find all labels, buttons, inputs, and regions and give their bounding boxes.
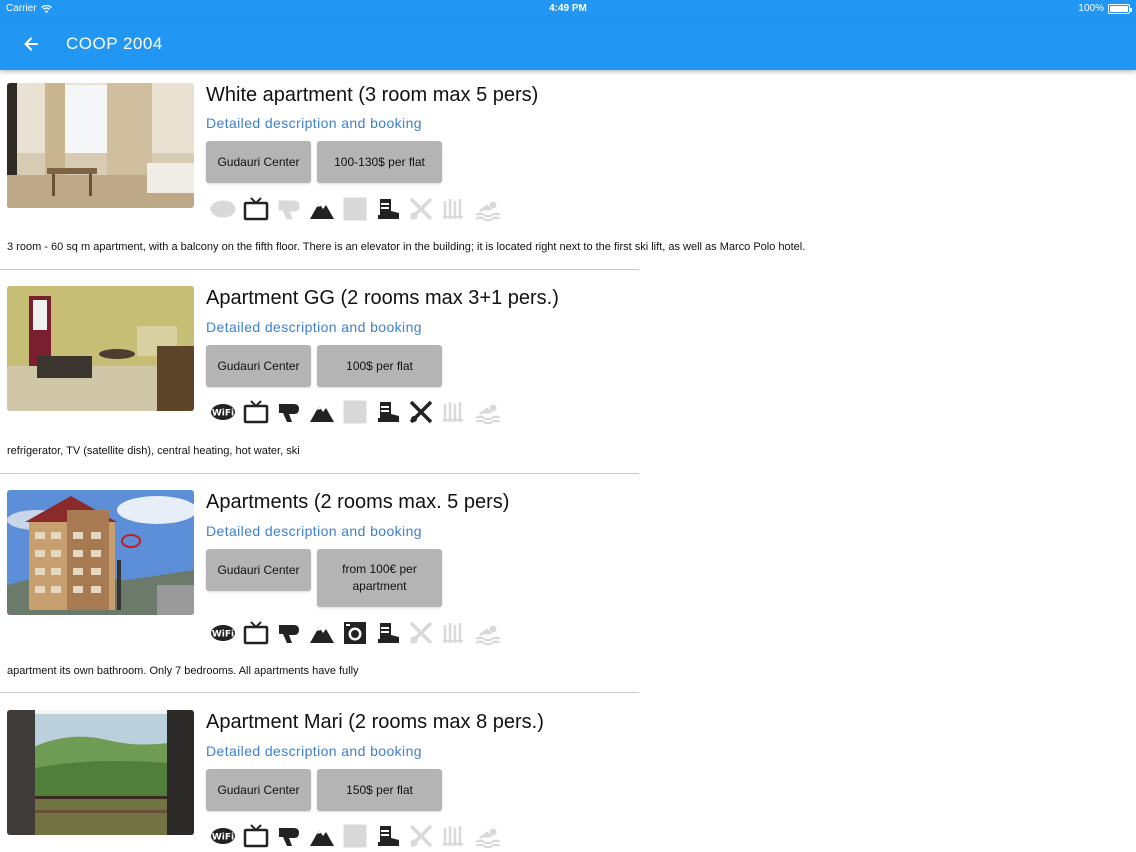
svg-text:WiFi: WiFi [211,206,233,216]
listing-details-link[interactable]: Detailed description and booking [206,319,422,335]
amenity-icons: WiFi [206,823,503,849]
location-chip[interactable]: Gudauri Center [206,141,311,183]
washer-icon [338,620,371,646]
washer-icon [338,823,371,849]
hairdryer-icon [272,620,305,646]
clock: 4:49 PM [549,3,587,14]
mountain-icon [305,399,338,425]
ski-equipment-icon [404,196,437,222]
price-chip[interactable]: 150$ per flat [317,769,442,811]
svg-text:WiFi: WiFi [211,409,233,419]
listing-description: 3 room - 60 sq m apartment, with a balco… [7,241,806,253]
price-chip[interactable]: 100$ per flat [317,345,442,387]
wifi-icon: WiFi [206,620,239,646]
app-bar: COOP 2004 [0,18,1136,70]
ski-equipment-icon [404,399,437,425]
pool-icon [470,823,503,849]
heating-icon [437,196,470,222]
mountain-icon [305,620,338,646]
listing-description: apartment its own bathroom. Only 7 bedro… [7,665,359,677]
wifi-icon: WiFi [206,196,239,222]
listing-details-link[interactable]: Detailed description and booking [206,115,422,131]
heating-icon [437,620,470,646]
mountain-icon [305,823,338,849]
listing-description: refrigerator, TV (satellite dish), centr… [7,445,300,457]
svg-text:WiFi: WiFi [211,630,233,640]
amenity-icons: WiFi [206,399,503,425]
divider [0,269,639,270]
pool-icon [470,620,503,646]
ski-boot-icon [371,823,404,849]
heating-icon [437,399,470,425]
ski-boot-icon [371,196,404,222]
hairdryer-icon [272,399,305,425]
divider [0,473,639,474]
amenity-icons: WiFi [206,620,503,646]
arrow-left-icon[interactable] [18,30,46,58]
listing-title: Apartment GG (2 rooms max 3+1 pers.) [206,287,559,309]
divider [0,692,639,693]
price-chip[interactable]: 100-130$ per flat [317,141,442,183]
page-title: COOP 2004 [66,34,163,53]
ski-boot-icon [371,620,404,646]
hairdryer-icon [272,823,305,849]
listing-photo[interactable] [7,286,194,411]
washer-icon [338,399,371,425]
tv-icon [239,196,272,222]
mountain-icon [305,196,338,222]
ski-boot-icon [371,399,404,425]
wifi-icon: WiFi [206,823,239,849]
status-bar: Carrier 4:49 PM 100% [0,0,1136,18]
listing-photo[interactable] [7,490,194,615]
battery-percent: 100% [1078,3,1104,14]
listing-title: Apartment Mari (2 rooms max 8 pers.) [206,711,544,733]
price-chip[interactable]: from 100€ per apartment [317,549,442,607]
ski-equipment-icon [404,823,437,849]
listing-photo[interactable] [7,710,194,835]
listing-title: Apartments (2 rooms max. 5 pers) [206,491,510,513]
wifi-icon: WiFi [206,399,239,425]
location-chip[interactable]: Gudauri Center [206,549,311,591]
location-chip[interactable]: Gudauri Center [206,345,311,387]
hairdryer-icon [272,196,305,222]
listing-details-link[interactable]: Detailed description and booking [206,523,422,539]
ski-equipment-icon [404,620,437,646]
battery-indicator: 100% [1078,3,1132,14]
listing-details-link[interactable]: Detailed description and booking [206,743,422,759]
heating-icon [437,823,470,849]
location-chip[interactable]: Gudauri Center [206,769,311,811]
listing-title: White apartment (3 room max 5 pers) [206,84,539,106]
svg-text:WiFi: WiFi [211,833,233,843]
tv-icon [239,620,272,646]
listing-photo[interactable] [7,83,194,208]
washer-icon [338,196,371,222]
battery-icon [1108,3,1132,14]
tv-icon [239,823,272,849]
amenity-icons: WiFi [206,196,503,222]
pool-icon [470,196,503,222]
pool-icon [470,399,503,425]
tv-icon [239,399,272,425]
